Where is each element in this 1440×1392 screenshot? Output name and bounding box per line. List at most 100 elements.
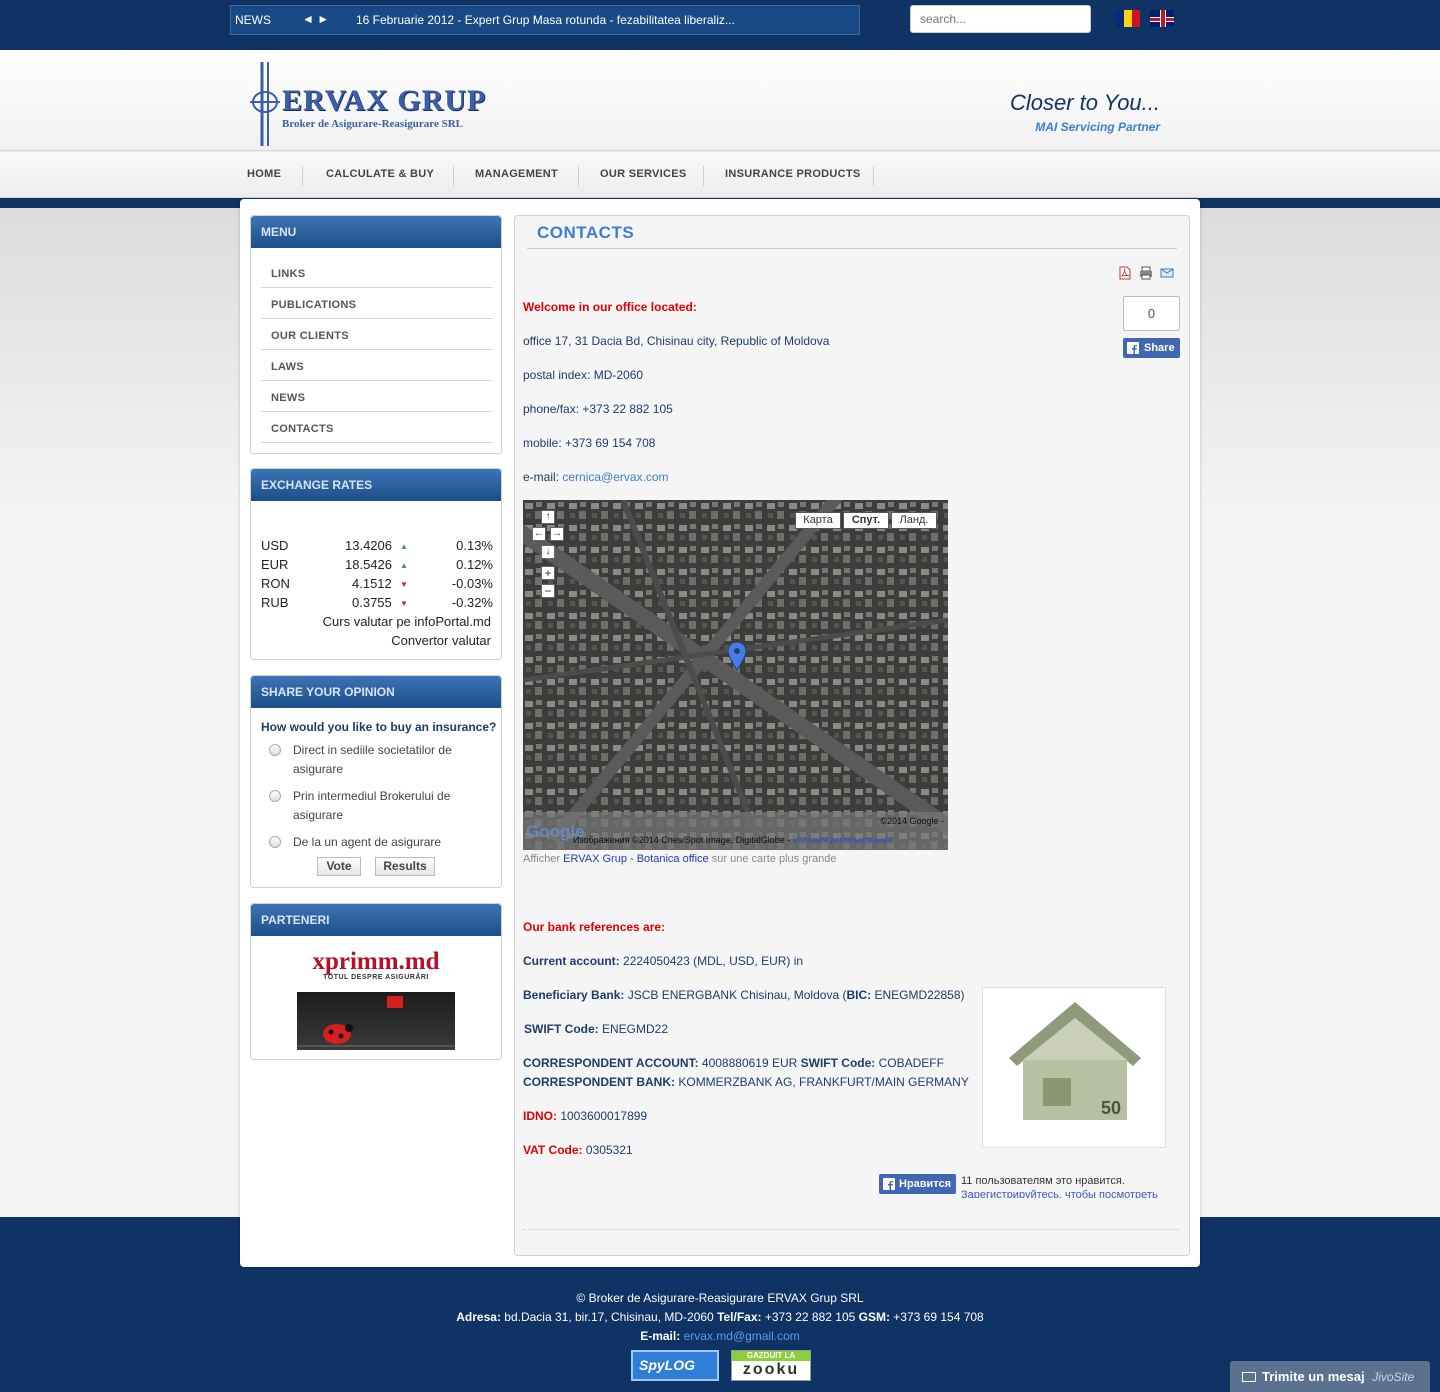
nav-divider bbox=[302, 166, 303, 186]
poll-radio[interactable] bbox=[269, 744, 281, 756]
beneficiary-label: Beneficiary Bank: bbox=[523, 988, 625, 1002]
fifty-note-label: 50 bbox=[1101, 1098, 1121, 1118]
vat-value: 0305321 bbox=[582, 1143, 633, 1157]
rate-change: 0.12% bbox=[456, 557, 493, 572]
facebook-share-widget: 0 Share bbox=[1123, 296, 1180, 358]
title-divider bbox=[527, 248, 1177, 249]
nav-calculate-buy[interactable]: CALCULATE & BUY bbox=[326, 168, 434, 180]
site-header: ERVAX GRUP Broker de Asigurare-Reasigura… bbox=[0, 50, 1440, 151]
map-pan-left-icon[interactable]: ← bbox=[532, 527, 546, 541]
footer-copyright: © Broker de Asigurare-Reasigurare ERVAX … bbox=[576, 1291, 864, 1305]
main-nav: HOME CALCULATE & BUY MANAGEMENT OUR SERV… bbox=[0, 152, 1440, 198]
larger-map-link[interactable]: ERVAX Grup - Botanica office bbox=[563, 853, 709, 865]
facebook-like-button[interactable]: Нравится bbox=[879, 1174, 956, 1194]
contacts-article: CONTACTS 0 Share Welcome in our office l… bbox=[514, 215, 1190, 1256]
english-flag-icon[interactable] bbox=[1150, 10, 1174, 27]
rate-value: 4.1512 bbox=[352, 576, 392, 591]
footer-email: E-mail: ervax.md@gmail.com bbox=[0, 1329, 1440, 1343]
poll-module: SHARE YOUR OPINION How would you like to… bbox=[250, 675, 502, 888]
logo-name: ERVAX GRUP bbox=[282, 84, 487, 117]
poll-option[interactable]: De la un agent de asigurare bbox=[293, 833, 493, 852]
poll-radio[interactable] bbox=[269, 836, 281, 848]
search-input[interactable] bbox=[910, 5, 1091, 33]
currency-converter-link[interactable]: Convertor valutar bbox=[391, 633, 491, 648]
zooku-badge[interactable]: GAZDUIT LA zooku bbox=[731, 1350, 811, 1381]
email-link[interactable]: cernica@ervax.com bbox=[562, 470, 668, 484]
email-line: e-mail: cernica@ervax.com bbox=[523, 470, 669, 484]
menu-item-publications[interactable]: PUBLICATIONS bbox=[261, 288, 493, 319]
menu-item-our-clients[interactable]: OUR CLIENTS bbox=[261, 319, 493, 350]
jivosite-chat-button[interactable]: Trimite un mesaj JivoSite bbox=[1230, 1361, 1430, 1392]
footer-address: Adresa: bd.Dacia 31, bir.17, Chisinau, M… bbox=[0, 1310, 1440, 1324]
nav-our-services[interactable]: OUR SERVICES bbox=[600, 168, 687, 180]
current-account: Current account: 2224050423 (MDL, USD, E… bbox=[523, 954, 803, 968]
map-pan-right-icon[interactable]: → bbox=[550, 527, 564, 541]
map-type-satellite[interactable]: Спут. bbox=[843, 512, 889, 529]
like-register-link[interactable]: Зарегистрируйтесь, чтобы посмотреть bbox=[961, 1189, 1158, 1198]
map-pan-up-icon[interactable]: ↑ bbox=[541, 510, 555, 524]
news-arrows-icon[interactable]: ◄ ► bbox=[302, 12, 329, 26]
map-terms-link[interactable]: Условия использования bbox=[793, 835, 893, 845]
swift-label: SWIFT Code: bbox=[524, 1022, 599, 1036]
idno-value: 1003600017899 bbox=[557, 1109, 648, 1123]
xprimm-logo[interactable]: xprimm.md TOTUL DESPRE ASIGURĂRI bbox=[296, 949, 456, 984]
rate-change: -0.03% bbox=[451, 576, 493, 591]
poll-option[interactable]: Direct in sediile societatilor de asigur… bbox=[293, 741, 493, 779]
map-type-map[interactable]: Карта bbox=[795, 512, 841, 529]
nav-management[interactable]: MANAGEMENT bbox=[475, 168, 558, 180]
menu-title: MENU bbox=[251, 216, 501, 248]
rates-source-link[interactable]: Curs valutar pe infoPortal.md bbox=[323, 614, 491, 629]
footer-email-link[interactable]: ervax.md@gmail.com bbox=[684, 1329, 800, 1343]
map-marker-icon[interactable] bbox=[728, 642, 746, 670]
ladybug-banner[interactable] bbox=[297, 992, 455, 1050]
like-count-text: 11 пользователям это нравится. bbox=[961, 1175, 1125, 1187]
rate-code: USD bbox=[261, 538, 289, 553]
corr-swift-value: COBADEFF bbox=[875, 1056, 944, 1070]
bic-value: ENEGMD22858) bbox=[871, 988, 965, 1002]
rate-value: 13.4206 bbox=[345, 538, 392, 553]
logo-subtitle: Broker de Asigurare-Reasigurare SRL bbox=[282, 118, 463, 130]
satellite-imagery bbox=[523, 500, 948, 850]
google-map[interactable]: ↑ ← → ↓ + − Карта Спут. Ланд. Google ©20… bbox=[523, 500, 948, 850]
spylog-label: SpyLOG bbox=[639, 1357, 696, 1373]
map-caption: Afficher ERVAX Grup - Botanica office su… bbox=[523, 853, 837, 865]
zooku-label: zooku bbox=[742, 1361, 800, 1378]
menu-item-links[interactable]: LINKS bbox=[261, 257, 493, 288]
ervax-logo[interactable]: ERVAX GRUP Broker de Asigurare-Reasigura… bbox=[250, 60, 500, 148]
map-type-terrain[interactable]: Ланд. bbox=[891, 512, 937, 529]
nav-home[interactable]: HOME bbox=[247, 168, 281, 180]
tagline-sub: MAI Servicing Partner bbox=[1035, 120, 1160, 134]
footer-tel-label: Tel/Fax: bbox=[717, 1310, 762, 1324]
menu-item-news[interactable]: NEWS bbox=[261, 381, 493, 412]
bank-heading: Our bank references are: bbox=[523, 920, 666, 934]
news-label: NEWS bbox=[235, 13, 271, 27]
rate-change: -0.32% bbox=[451, 595, 493, 610]
poll-option[interactable]: Prin intermediul Brokerului de asigurare bbox=[293, 787, 493, 825]
nav-insurance-products[interactable]: INSURANCE PRODUCTS bbox=[725, 168, 861, 180]
partners-module: PARTENERI xprimm.md TOTUL DESPRE ASIGURĂ… bbox=[250, 903, 502, 1060]
vote-button[interactable]: Vote bbox=[317, 857, 361, 876]
results-button[interactable]: Results bbox=[375, 857, 435, 876]
print-icon[interactable] bbox=[1139, 266, 1153, 280]
pdf-icon[interactable] bbox=[1118, 266, 1132, 280]
romanian-flag-icon[interactable] bbox=[1116, 10, 1140, 27]
rate-value: 0.3755 bbox=[352, 595, 392, 610]
footer-email-label: E-mail: bbox=[640, 1329, 681, 1343]
menu-item-contacts[interactable]: CONTACTS bbox=[261, 412, 493, 443]
money-house-image: 50 bbox=[982, 987, 1166, 1148]
menu-item-laws[interactable]: LAWS bbox=[261, 350, 493, 381]
share-label: Share bbox=[1144, 342, 1175, 354]
email-icon[interactable] bbox=[1160, 266, 1174, 280]
exchange-rates-module: EXCHANGE RATES USD 13.4206 ▲ 0.13% EUR 1… bbox=[250, 468, 502, 660]
idno-label: IDNO: bbox=[523, 1109, 557, 1123]
swift-code: SWIFT Code: ENEGMD22 bbox=[524, 1022, 668, 1036]
map-zoom-out-icon[interactable]: − bbox=[541, 584, 555, 598]
vat-code: VAT Code: 0305321 bbox=[523, 1143, 633, 1157]
spylog-badge[interactable]: SpyLOG bbox=[631, 1350, 719, 1381]
map-zoom-in-icon[interactable]: + bbox=[541, 566, 555, 580]
poll-radio[interactable] bbox=[269, 790, 281, 802]
facebook-share-button[interactable]: Share bbox=[1123, 338, 1180, 358]
map-pan-down-icon[interactable]: ↓ bbox=[541, 545, 555, 559]
corr-bank-label: CORRESPONDENT BANK: bbox=[523, 1075, 676, 1089]
news-headline[interactable]: 16 Februarie 2012 - Expert Grup Masa rot… bbox=[356, 13, 746, 27]
